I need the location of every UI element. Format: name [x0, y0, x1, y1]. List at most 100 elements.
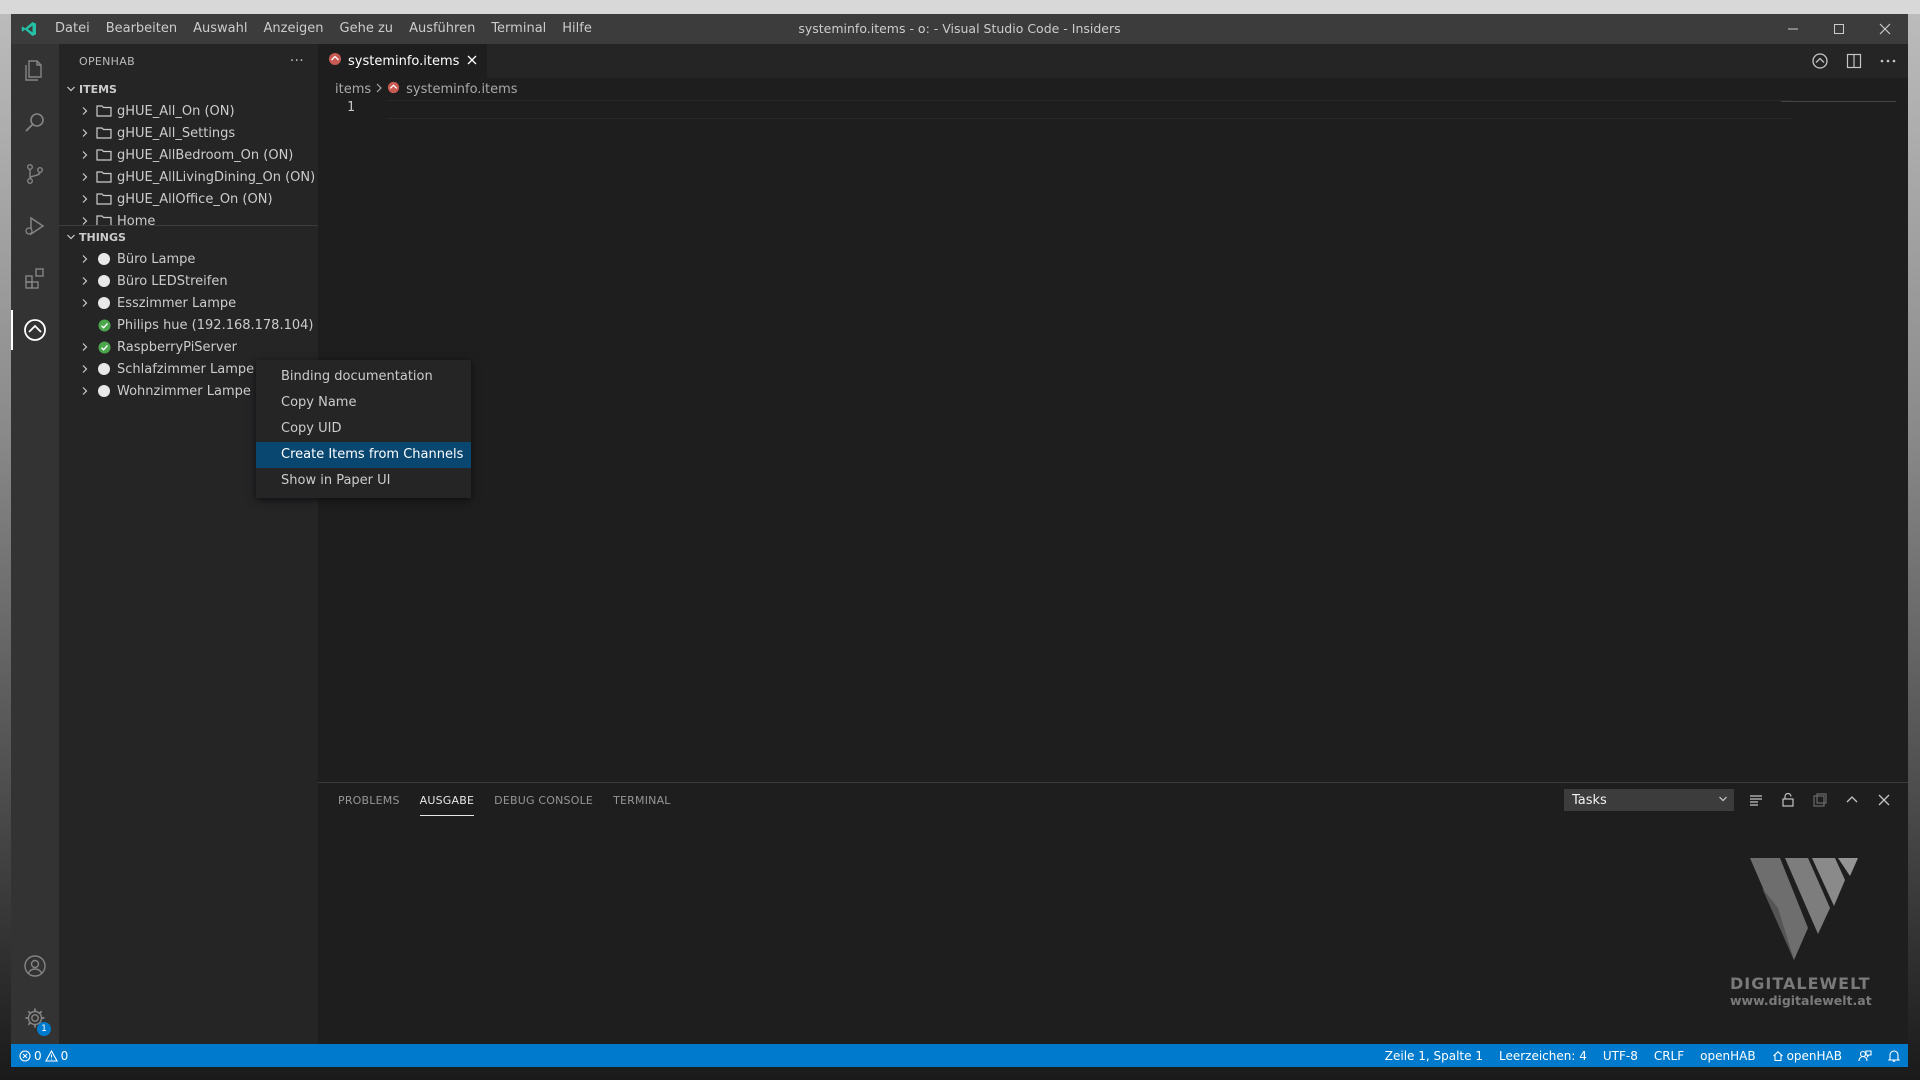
code-editor[interactable]: 1	[318, 100, 1908, 700]
menu-item-copy-name[interactable]: Copy Name	[256, 390, 471, 416]
language-mode[interactable]: openHAB	[1692, 1044, 1763, 1067]
desktop-background	[0, 0, 1920, 14]
maximize-panel-icon[interactable]	[1842, 790, 1862, 810]
item-row[interactable]: gHUE_AllLivingDining_On (ON)	[59, 166, 318, 188]
status-online-icon	[95, 341, 113, 354]
extensions-icon[interactable]	[11, 252, 59, 304]
menu-item-copy-uid[interactable]: Copy UID	[256, 416, 471, 442]
status-offline-icon	[95, 297, 113, 309]
more-actions-icon[interactable]	[1878, 51, 1898, 71]
item-row[interactable]: gHUE_AllBedroom_On (ON)	[59, 144, 318, 166]
openhab-preview-icon[interactable]	[1810, 51, 1830, 71]
maximize-button[interactable]	[1816, 14, 1862, 44]
items-section-header[interactable]: ITEMS	[59, 78, 318, 100]
menu-bearbeiten[interactable]: Bearbeiten	[98, 14, 185, 44]
thing-row[interactable]: RaspberryPiServer	[59, 336, 318, 358]
items-section-title: ITEMS	[79, 82, 117, 96]
menu-item-show-in-paper-ui[interactable]: Show in Paper UI	[256, 468, 471, 494]
menu-item-binding-documentation[interactable]: Binding documentation	[256, 364, 471, 390]
tab-terminal[interactable]: TERMINAL	[613, 786, 671, 815]
notifications-bell-icon[interactable]	[1880, 1044, 1908, 1067]
status-offline-icon	[95, 385, 113, 397]
close-window-button[interactable]	[1862, 14, 1908, 44]
source-control-icon[interactable]	[11, 148, 59, 200]
current-line-highlight	[386, 100, 1792, 119]
cursor-position[interactable]: Zeile 1, Spalte 1	[1377, 1044, 1491, 1067]
settings-gear-icon[interactable]: 1	[11, 992, 59, 1044]
menu-gehe-zu[interactable]: Gehe zu	[332, 14, 402, 44]
openhab-server-status[interactable]: openHAB	[1764, 1044, 1850, 1067]
tab-debug-console[interactable]: DEBUG CONSOLE	[494, 786, 593, 815]
status-offline-icon	[95, 253, 113, 265]
thing-row[interactable]: Büro Lampe	[59, 248, 318, 270]
thing-row[interactable]: Büro LEDStreifen	[59, 270, 318, 292]
sidebar: OPENHAB ··· ITEMS gHUE_All_On (ON) gHUE_…	[59, 44, 318, 1044]
menu-ausfuehren[interactable]: Ausführen	[401, 14, 483, 44]
menu-terminal[interactable]: Terminal	[483, 14, 554, 44]
tab-problems[interactable]: PROBLEMS	[338, 786, 400, 815]
clear-output-icon[interactable]	[1746, 790, 1766, 810]
output-channel-select[interactable]: Tasks	[1564, 789, 1734, 811]
explorer-icon[interactable]	[11, 44, 59, 96]
chevron-right-icon	[75, 342, 95, 352]
run-debug-icon[interactable]	[11, 200, 59, 252]
menu-anzeigen[interactable]: Anzeigen	[255, 14, 331, 44]
openhab-icon[interactable]	[11, 304, 59, 356]
menu-item-create-items-from-channels[interactable]: Create Items from Channels	[256, 442, 471, 468]
thing-row[interactable]: Esszimmer Lampe	[59, 292, 318, 314]
encoding[interactable]: UTF-8	[1595, 1044, 1646, 1067]
more-actions-button[interactable]: ···	[290, 53, 304, 69]
home-icon	[1772, 1050, 1783, 1061]
split-editor-icon[interactable]	[1844, 51, 1864, 71]
lock-scroll-icon[interactable]	[1778, 790, 1798, 810]
item-row[interactable]: gHUE_AllOffice_On (ON)	[59, 188, 318, 210]
minimap[interactable]	[1781, 101, 1896, 102]
close-tab-icon[interactable]	[467, 54, 477, 69]
problems-status[interactable]: 0 0	[11, 1044, 76, 1067]
minimize-button[interactable]	[1770, 14, 1816, 44]
menu-hilfe[interactable]: Hilfe	[554, 14, 600, 44]
thing-label: Wohnzimmer Lampe	[117, 383, 251, 399]
activity-bar-bottom: 1	[11, 940, 59, 1044]
item-label: gHUE_All_Settings	[117, 125, 236, 141]
search-icon[interactable]	[11, 96, 59, 148]
tab-systeminfo-items[interactable]: systeminfo.items	[318, 44, 488, 78]
tab-label: systeminfo.items	[348, 53, 460, 69]
chevron-down-icon	[63, 84, 79, 94]
things-section-header[interactable]: THINGS	[59, 226, 318, 248]
item-row[interactable]: Home	[59, 210, 318, 226]
editor-area: systeminfo.items items systeminfo.items …	[318, 44, 1908, 794]
maximize-icon	[1834, 24, 1844, 34]
feedback-icon[interactable]	[1850, 1044, 1880, 1067]
vscode-insiders-logo-icon	[11, 14, 47, 44]
indentation[interactable]: Leerzeichen: 4	[1491, 1044, 1595, 1067]
thing-label: Philips hue (192.168.178.104)	[117, 317, 314, 333]
chevron-right-icon	[75, 216, 95, 225]
line-number: 1	[347, 100, 355, 115]
breadcrumb-folder[interactable]: items	[335, 82, 371, 97]
end-of-line[interactable]: CRLF	[1646, 1044, 1692, 1067]
item-label: gHUE_AllOffice_On (ON)	[117, 191, 273, 207]
item-label: gHUE_AllLivingDining_On (ON)	[117, 169, 316, 185]
activity-bar: 1	[11, 44, 59, 1044]
menu-auswahl[interactable]: Auswahl	[185, 14, 255, 44]
watermark-url: www.digitalewelt.at	[1730, 993, 1872, 1008]
things-section-title: THINGS	[79, 230, 126, 244]
item-label: Home	[117, 213, 156, 226]
status-online-icon	[95, 319, 113, 332]
output-channel-value: Tasks	[1572, 792, 1607, 808]
breadcrumb-file[interactable]: systeminfo.items	[406, 82, 517, 97]
editor-tabs: systeminfo.items	[318, 44, 1908, 78]
open-log-icon[interactable]	[1810, 790, 1830, 810]
digitalewelt-logo-icon	[1750, 858, 1858, 960]
tab-ausgabe[interactable]: AUSGABE	[419, 786, 475, 816]
chevron-right-icon	[75, 276, 95, 286]
item-row[interactable]: gHUE_All_Settings	[59, 122, 318, 144]
menu-datei[interactable]: Datei	[47, 14, 98, 44]
item-row[interactable]: gHUE_All_On (ON)	[59, 100, 318, 122]
account-icon[interactable]	[11, 940, 59, 992]
close-panel-icon[interactable]	[1874, 790, 1894, 810]
thing-label: Schlafzimmer Lampe	[117, 361, 255, 377]
chevron-right-icon	[75, 254, 95, 264]
thing-row[interactable]: Philips hue (192.168.178.104)	[59, 314, 318, 336]
